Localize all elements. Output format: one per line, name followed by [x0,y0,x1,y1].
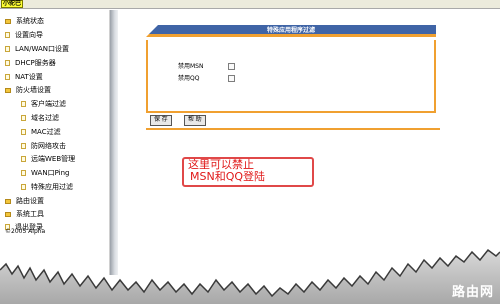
folder-icon [5,18,11,24]
sidebar-item-label: 系统状态 [16,17,44,25]
sidebar-item-label: 系统工具 [16,210,44,218]
folder-icon [5,211,11,217]
frame-divider[interactable] [110,10,118,275]
sidebar-item-label: NAT设置 [15,73,43,81]
sidebar-item-remote-web[interactable]: 远端WEB管理 [21,154,75,164]
sidebar-item-label: DHCP服务器 [15,59,56,67]
sidebar-item-label: MAC过滤 [31,128,61,136]
disable-msn-label: 禁用MSN [178,63,204,70]
watermark-text: 路由网 [451,285,494,300]
sidebar-item-label: 域名过滤 [31,114,59,122]
document-icon [5,46,10,52]
sidebar-item-special-app-filter[interactable]: 特殊应用过滤 [21,182,73,192]
sidebar-item-wan-ping[interactable]: WAN口Ping [21,168,69,178]
folder-icon [5,87,11,93]
document-icon [5,60,10,66]
sidebar-item-domain-filter[interactable]: 域名过滤 [21,113,59,123]
folder-icon [5,198,11,204]
sidebar-item-mac-filter[interactable]: MAC过滤 [21,127,61,137]
document-icon [5,74,10,80]
sidebar-item-client-filter[interactable]: 客户端过滤 [21,99,66,109]
sidebar-item-anti-attack[interactable]: 防网络攻击 [21,141,66,151]
help-button[interactable]: 帮 助 [184,115,206,126]
save-button[interactable]: 保 存 [150,115,172,126]
sidebar-item-nat[interactable]: NAT设置 [5,72,43,82]
sidebar-nav: 系统状态 设置向导 LAN/WAN口设置 DHCP服务器 NAT设置 防火墙设置… [0,10,110,275]
window-tab[interactable]: 小驼巴 [1,0,24,8]
document-icon [21,101,26,107]
document-icon [21,184,26,190]
sidebar-item-firewall[interactable]: 防火墙设置 [5,85,51,95]
sidebar-item-label: 路由设置 [16,197,44,205]
sidebar-item-setup-wizard[interactable]: 设置向导 [5,30,43,40]
title-bar: 小驼巴 [0,0,500,9]
disable-qq-label: 禁用QQ [178,75,200,82]
annotation-line-2: MSN和QQ登陆 [190,170,266,183]
sidebar-item-label: 客户端过滤 [31,100,66,108]
document-icon [21,156,26,162]
sidebar-item-label: 防火墙设置 [16,86,51,94]
main-content: 特殊应用程序过滤 禁用MSN 禁用QQ 保 存 帮 助 [118,10,500,275]
document-icon [21,170,26,176]
torn-paper-edge [0,248,500,304]
document-icon [21,115,26,121]
disable-msn-checkbox[interactable] [228,63,235,70]
panel-title: 特殊应用程序过滤 [266,27,315,34]
sidebar-item-system-tools[interactable]: 系统工具 [5,209,44,219]
sidebar-item-label: WAN口Ping [31,169,70,177]
panel-body: 禁用MSN 禁用QQ [146,40,436,113]
panel-header: 特殊应用程序过滤 [146,25,436,37]
document-icon [21,143,26,149]
panel-footer-rule [146,128,440,130]
sidebar-item-label: LAN/WAN口设置 [15,45,70,53]
sidebar-item-label: 防网络攻击 [31,142,66,150]
disable-qq-checkbox[interactable] [228,75,235,82]
sidebar-item-lan-wan[interactable]: LAN/WAN口设置 [5,44,69,54]
sidebar-item-label: 设置向导 [15,31,43,39]
sidebar-item-routing[interactable]: 路由设置 [5,196,44,206]
document-icon [5,32,10,38]
sidebar-item-label: 特殊应用过滤 [31,183,73,191]
sidebar-item-status[interactable]: 系统状态 [5,16,44,26]
sidebar-item-label: 远端WEB管理 [31,155,76,163]
annotation-callout: 这里可以禁止 MSN和QQ登陆 [182,157,314,187]
sidebar-item-dhcp[interactable]: DHCP服务器 [5,58,56,68]
document-icon [21,129,26,135]
copyright-text: ©2005 Alpha [5,228,46,235]
